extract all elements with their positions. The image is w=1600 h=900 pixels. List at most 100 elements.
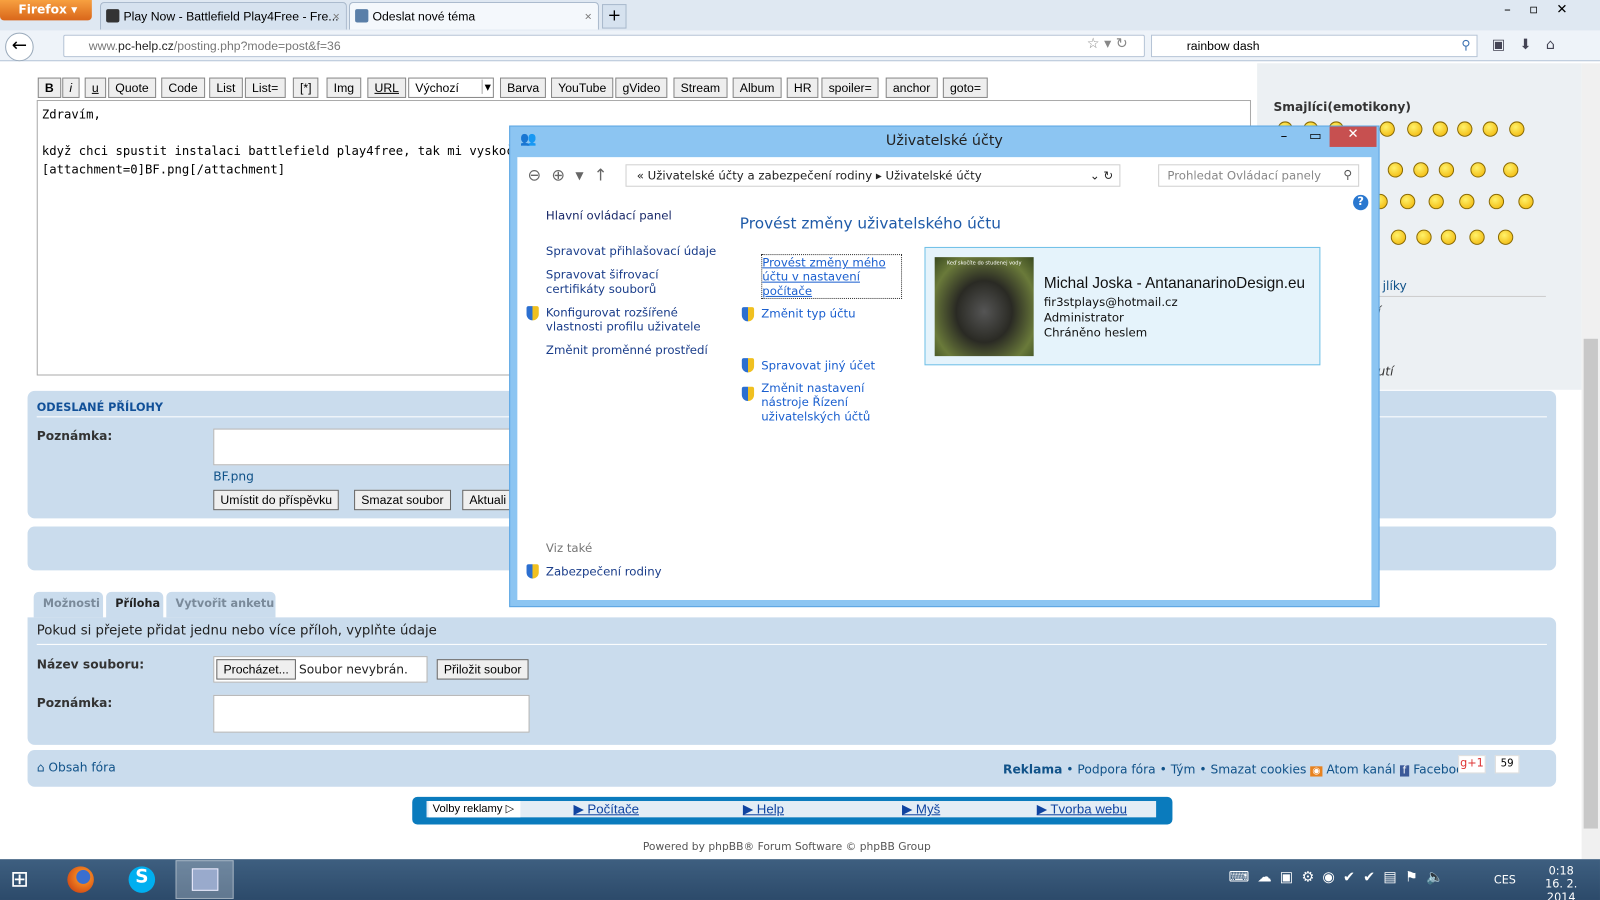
smiley-icon[interactable] <box>1407 121 1423 137</box>
toolbar-button[interactable]: List= <box>244 77 286 98</box>
dropdown-icon[interactable]: ⌄ ↻ <box>1090 168 1113 182</box>
gplus-button[interactable]: g+1 <box>1458 755 1486 774</box>
smiley-icon[interactable] <box>1482 121 1498 137</box>
ads-link[interactable]: Reklama <box>1003 762 1062 776</box>
smiley-icon[interactable] <box>1488 193 1505 210</box>
change-account-pc-settings-link[interactable]: Provést změny mého účtu v nastavení počí… <box>761 254 903 299</box>
toolbar-button[interactable]: Code <box>161 77 205 98</box>
taskbar-control-panel[interactable] <box>175 860 234 899</box>
minimize-button[interactable]: – <box>1281 129 1288 144</box>
url-bar[interactable]: www.pc-help.cz/posting.php?mode=post&f=3… <box>63 34 1145 58</box>
attachment-note-field[interactable] <box>213 428 520 466</box>
atom-link[interactable]: Atom kanál <box>1326 762 1395 776</box>
team-link[interactable]: Tým <box>1171 762 1196 776</box>
maximize-button[interactable]: ▭ <box>1309 129 1322 144</box>
smiley-icon[interactable] <box>1432 121 1448 137</box>
toolbar-icons[interactable]: ▣⬇⌂ <box>1492 37 1569 53</box>
toolbar-button[interactable]: HR <box>786 77 819 98</box>
close-tab-icon[interactable]: × <box>585 9 592 23</box>
toolbar-button[interactable]: Album <box>732 77 782 98</box>
upload-note-field[interactable] <box>213 694 530 733</box>
smiley-icon[interactable] <box>1379 121 1395 137</box>
support-link[interactable]: Podpora fóra <box>1077 762 1155 776</box>
profile-properties-link[interactable]: Konfigurovat rozšířené vlastnosti profil… <box>546 305 704 334</box>
toolbar-button[interactable]: goto= <box>942 77 989 98</box>
control-panel-search[interactable]: Prohledat Ovládací panely ⚲ <box>1158 164 1360 187</box>
search-icon[interactable]: ⚲ <box>1461 38 1470 52</box>
smiley-icon[interactable] <box>1438 162 1455 178</box>
nav-arrows[interactable]: ⊖⊕▾↑ <box>528 165 618 184</box>
smiley-icon[interactable] <box>1413 162 1429 178</box>
attachment-file-link[interactable]: BF.png <box>213 469 254 483</box>
delete-file-button[interactable]: Smazat soubor <box>354 489 451 511</box>
help-icon[interactable]: ? <box>1353 194 1369 211</box>
family-safety-link[interactable]: Zabezpečení rodiny <box>546 564 662 578</box>
ad-link-help[interactable]: ▶ Help <box>743 801 784 817</box>
toolbar-button[interactable]: anchor <box>885 77 938 98</box>
manage-other-account-link[interactable]: Spravovat jiný účet <box>761 358 875 372</box>
ad-options[interactable]: Volby reklamy ▷ <box>428 801 521 818</box>
delete-cookies-link[interactable]: Smazat cookies <box>1210 762 1306 776</box>
smiley-icon[interactable] <box>1390 229 1407 245</box>
back-button[interactable]: ← <box>5 32 34 62</box>
manage-certificates-link[interactable]: Spravovat šifrovací certifikáty souborů <box>546 267 714 296</box>
input-language[interactable]: CES <box>1494 873 1516 886</box>
taskbar-skype[interactable]: S <box>114 860 169 899</box>
update-button[interactable]: Aktuali <box>462 489 514 511</box>
scrollbar[interactable] <box>1581 63 1600 860</box>
close-tab-icon[interactable]: × <box>333 9 340 23</box>
tab-options[interactable]: Možnosti <box>33 591 104 618</box>
forum-index-link[interactable]: ⌂ Obsah fóra <box>37 760 116 774</box>
firefox-menu-button[interactable]: Firefox ▾ <box>0 0 92 21</box>
environment-variables-link[interactable]: Změnit proměnné prostředí <box>546 343 708 357</box>
toolbar-button[interactable]: u <box>84 77 106 98</box>
toolbar-button[interactable]: i <box>62 77 80 98</box>
toolbar-button[interactable]: URL <box>367 77 407 98</box>
more-smilies-link[interactable]: jlíky <box>1383 279 1407 293</box>
tray-icons[interactable]: ⌨☁▣⚙◉✔✔▤⚑🔈 <box>1229 869 1452 885</box>
scrollbar-thumb[interactable] <box>1583 338 1598 829</box>
close-button[interactable]: ✕ <box>1329 126 1377 147</box>
change-account-type-link[interactable]: Změnit typ účtu <box>761 306 855 320</box>
ad-link-mouse[interactable]: ▶ Myš <box>902 801 940 817</box>
bookmark-star-icon[interactable]: ☆ ▾ ↻ <box>1087 36 1128 52</box>
toolbar-button[interactable]: Barva <box>499 77 547 98</box>
window-controls[interactable]: –▫✕ <box>1504 2 1586 17</box>
place-inline-button[interactable]: Umístit do příspěvku <box>213 489 340 511</box>
font-select[interactable]: Výchozí ▾ <box>408 77 494 98</box>
smiley-icon[interactable] <box>1457 121 1473 137</box>
tab-new-topic[interactable]: Odeslat nové téma × <box>348 2 599 30</box>
toolbar-button[interactable]: [*] <box>292 77 319 98</box>
ad-link-web[interactable]: ▶ Tvorba webu <box>1037 801 1127 817</box>
smiley-icon[interactable] <box>1399 193 1416 210</box>
smiley-icon[interactable] <box>1503 162 1519 178</box>
ad-link-computers[interactable]: ▶ Počítače <box>573 801 639 817</box>
toolbar-button[interactable]: B <box>37 77 61 98</box>
taskbar-firefox[interactable] <box>53 860 108 899</box>
breadcrumb-family[interactable]: Uživatelské účty a zabezpečení rodiny <box>648 168 873 182</box>
smiley-icon[interactable] <box>1518 193 1534 210</box>
smiley-icon[interactable] <box>1416 229 1432 245</box>
toolbar-button[interactable]: Stream <box>673 77 728 98</box>
smiley-icon[interactable] <box>1469 229 1485 245</box>
smiley-icon[interactable] <box>1509 121 1525 137</box>
attach-file-button[interactable]: Přiložit soubor <box>436 659 529 680</box>
breadcrumb-accounts[interactable]: Uživatelské účty <box>886 168 982 182</box>
tab-poll[interactable]: Vytvořit anketu <box>166 591 276 618</box>
search-bar[interactable]: rainbow dash ⚲ <box>1151 34 1478 58</box>
tab-play-now[interactable]: Play Now - Battlefield Play4Free - Fre..… <box>99 2 347 30</box>
toolbar-button[interactable]: List <box>209 77 243 98</box>
smiley-icon[interactable] <box>1459 193 1475 210</box>
new-tab-button[interactable]: + <box>602 4 627 29</box>
toolbar-button[interactable]: Img <box>326 77 362 98</box>
toolbar-button[interactable]: gVideo <box>615 77 668 98</box>
smiley-icon[interactable] <box>1387 162 1404 178</box>
toolbar-button[interactable]: Quote <box>108 77 156 98</box>
smiley-icon[interactable] <box>1470 162 1486 178</box>
toolbar-button[interactable]: spoiler= <box>821 77 879 98</box>
start-button[interactable]: ⊞ <box>10 867 29 893</box>
smiley-icon[interactable] <box>1428 193 1444 210</box>
browse-button[interactable]: Procházet... <box>216 659 296 680</box>
clock[interactable]: 0:18 16. 2. 2014 <box>1531 864 1592 900</box>
tab-attachment[interactable]: Příloha <box>106 591 164 619</box>
